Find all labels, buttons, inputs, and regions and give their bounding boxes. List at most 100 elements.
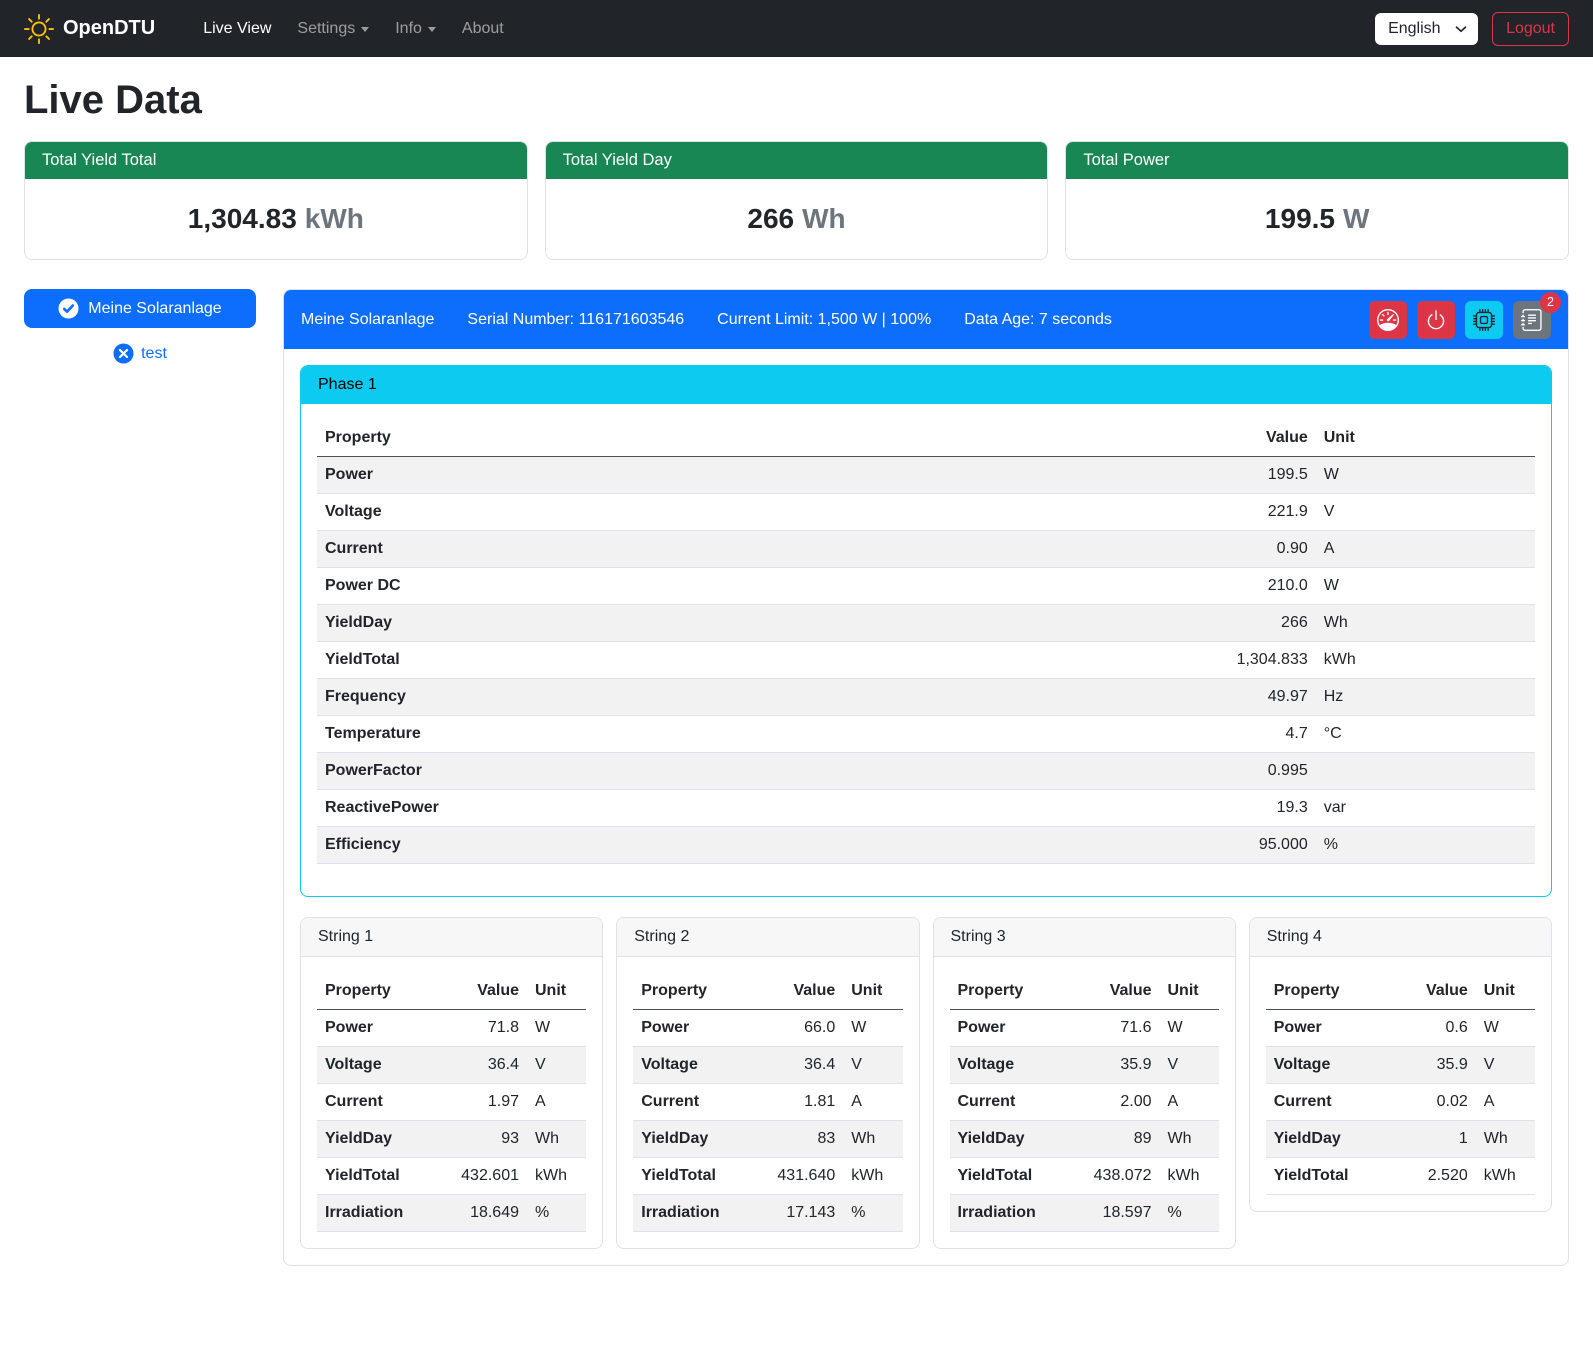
inverter-select-button[interactable]: Meine Solaranlage (24, 289, 256, 328)
nav-item-settings[interactable]: Settings (297, 12, 369, 46)
table-row: Current0.90A (317, 531, 1535, 568)
row-property: Power (317, 457, 1097, 494)
summary-unit: W (1343, 203, 1369, 234)
caret-down-icon (361, 27, 369, 32)
col-value: Value (1390, 973, 1476, 1010)
table-row: YieldDay83Wh (633, 1121, 902, 1158)
strings-row: String 1 Property Value Unit (300, 917, 1552, 1249)
col-value: Value (757, 973, 843, 1010)
row-unit: kWh (843, 1158, 902, 1195)
brand-link[interactable]: OpenDTU (24, 14, 155, 44)
power-settings-button[interactable] (1417, 301, 1455, 339)
row-property: Voltage (633, 1047, 757, 1084)
string-panel-title: String 1 (301, 918, 602, 957)
table-header-row: Property Value Unit (633, 973, 902, 1010)
row-unit (1316, 753, 1535, 790)
chevron-down-icon (1455, 23, 1467, 35)
inverter-panel-header: Meine Solaranlage Serial Number: 1161716… (284, 290, 1568, 349)
row-unit: W (1316, 457, 1535, 494)
row-property: YieldTotal (633, 1158, 757, 1195)
row-value: 95.000 (1097, 827, 1316, 864)
navbar-right: English Logout (1375, 12, 1569, 46)
page: OpenDTU Live View Settings Info About En… (0, 0, 1593, 1359)
sun-icon (24, 14, 54, 44)
journal-text-icon (1521, 309, 1543, 331)
table-row: YieldTotal431.640kWh (633, 1158, 902, 1195)
logout-button[interactable]: Logout (1492, 12, 1569, 46)
row-value: 18.649 (441, 1195, 527, 1232)
row-unit: kWh (1160, 1158, 1219, 1195)
row-property: Efficiency (317, 827, 1097, 864)
row-value: 431.640 (757, 1158, 843, 1195)
table-row: YieldDay93Wh (317, 1121, 586, 1158)
summary-card-title: Total Power (1066, 142, 1568, 179)
string-4-table: Property Value Unit Power0.6WVoltage35.9… (1266, 973, 1535, 1195)
row-unit: kWh (1476, 1158, 1535, 1195)
row-property: YieldDay (1266, 1121, 1390, 1158)
table-row: YieldTotal432.601kWh (317, 1158, 586, 1195)
row-unit: W (843, 1010, 902, 1047)
event-log-button[interactable]: 2 (1513, 301, 1551, 339)
row-unit: V (1160, 1047, 1219, 1084)
row-unit: Wh (1316, 605, 1535, 642)
row-value: 35.9 (1073, 1047, 1159, 1084)
table-row: PowerFactor0.995 (317, 753, 1535, 790)
row-property: Temperature (317, 716, 1097, 753)
row-value: 18.597 (1073, 1195, 1159, 1232)
string-panel-title: String 4 (1250, 918, 1551, 957)
row-property: ReactivePower (317, 790, 1097, 827)
col-unit: Unit (843, 973, 902, 1010)
summary-card-title: Total Yield Day (546, 142, 1048, 179)
phase-panel: Phase 1 Property Value Unit (300, 365, 1552, 897)
inverter-select-label: Meine Solaranlage (88, 300, 221, 318)
row-unit: Wh (1476, 1121, 1535, 1158)
row-value: 19.3 (1097, 790, 1316, 827)
table-row: YieldTotal438.072kWh (950, 1158, 1219, 1195)
navbar: OpenDTU Live View Settings Info About En… (0, 0, 1593, 57)
summary-value: 1,304.83 (188, 203, 297, 234)
row-value: 49.97 (1097, 679, 1316, 716)
row-property: Current (317, 1084, 441, 1121)
summary-value: 266 (747, 203, 794, 234)
row-property: YieldDay (317, 1121, 441, 1158)
inverter-serial: Serial Number: 116171603546 (467, 311, 684, 329)
col-property: Property (1266, 973, 1390, 1010)
inverter-name: Meine Solaranlage (301, 311, 434, 329)
nav-item-about[interactable]: About (462, 12, 504, 46)
row-property: YieldDay (317, 605, 1097, 642)
table-row: YieldDay1Wh (1266, 1121, 1535, 1158)
nav-item-info[interactable]: Info (395, 12, 436, 46)
row-property: Voltage (317, 494, 1097, 531)
row-property: YieldDay (633, 1121, 757, 1158)
row-property: Current (317, 531, 1097, 568)
row-value: 35.9 (1390, 1047, 1476, 1084)
phase-panel-title: Phase 1 (301, 366, 1551, 404)
row-value: 0.995 (1097, 753, 1316, 790)
table-row: Efficiency95.000% (317, 827, 1535, 864)
caret-down-icon (428, 27, 436, 32)
row-value: 1.97 (441, 1084, 527, 1121)
row-unit: V (1476, 1047, 1535, 1084)
limit-settings-button[interactable] (1369, 301, 1407, 339)
row-property: YieldTotal (317, 1158, 441, 1195)
col-property: Property (317, 973, 441, 1010)
row-value: 1.81 (757, 1084, 843, 1121)
device-info-button[interactable] (1465, 301, 1503, 339)
row-value: 438.072 (1073, 1158, 1159, 1195)
inverter-item-test[interactable]: test (24, 343, 256, 364)
row-unit: % (843, 1195, 902, 1232)
row-unit: A (843, 1084, 902, 1121)
row-unit: A (1160, 1084, 1219, 1121)
row-property: YieldTotal (1266, 1158, 1390, 1195)
inverter-data-age: Data Age: 7 seconds (964, 311, 1112, 329)
row-value: 17.143 (757, 1195, 843, 1232)
row-unit: Wh (843, 1121, 902, 1158)
table-row: ReactivePower19.3var (317, 790, 1535, 827)
row-property: Voltage (317, 1047, 441, 1084)
row-property: Irradiation (950, 1195, 1074, 1232)
row-property: Irradiation (317, 1195, 441, 1232)
language-select[interactable]: English (1375, 13, 1478, 45)
nav-item-live-view[interactable]: Live View (203, 12, 271, 46)
table-row: YieldTotal2.520kWh (1266, 1158, 1535, 1195)
row-unit: °C (1316, 716, 1535, 753)
